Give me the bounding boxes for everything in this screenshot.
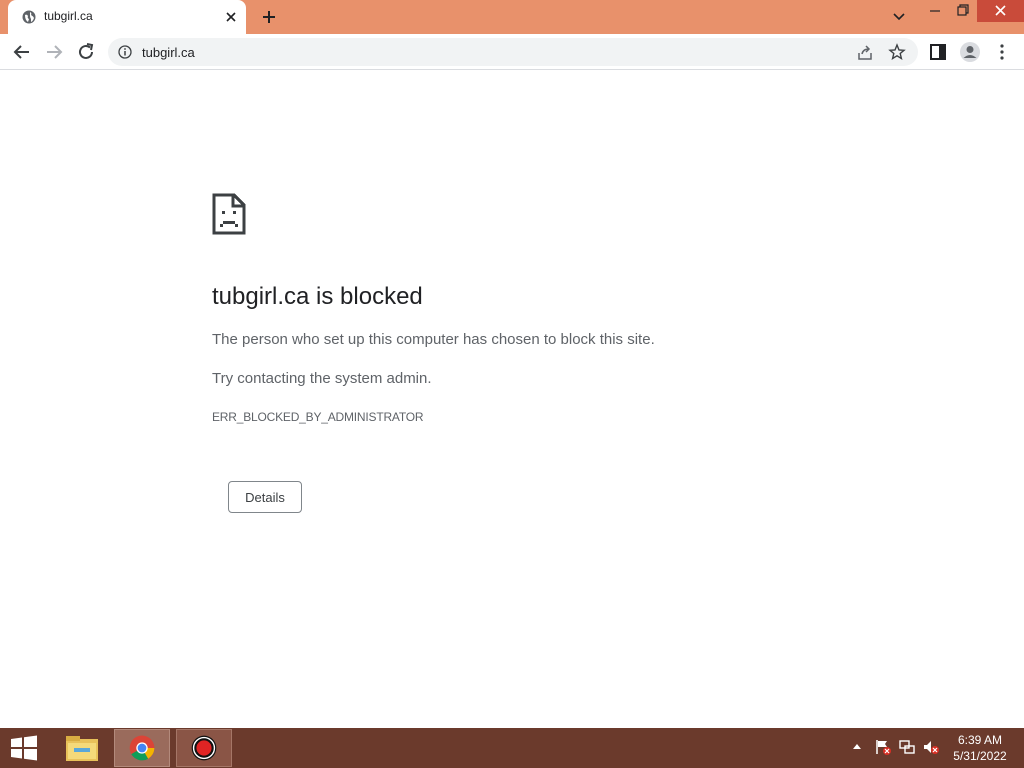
clock-time: 6:39 AM — [957, 733, 1003, 747]
minimize-button[interactable] — [920, 0, 950, 22]
volume-muted-icon[interactable] — [922, 738, 940, 756]
menu-kebab-icon[interactable] — [990, 40, 1014, 64]
share-icon[interactable] — [856, 44, 874, 62]
side-panel-icon[interactable] — [926, 40, 950, 64]
file-explorer-icon[interactable] — [54, 729, 110, 767]
error-hint: Try contacting the system admin. — [212, 370, 432, 387]
globe-icon — [22, 10, 36, 24]
chrome-icon[interactable] — [114, 729, 170, 767]
taskbar: 6:39 AM 5/31/2022 — [0, 728, 1024, 768]
profile-avatar-icon[interactable] — [958, 40, 982, 64]
show-hidden-icons-chevron-icon[interactable] — [848, 738, 866, 756]
forward-button[interactable] — [42, 40, 66, 64]
tab-title: tubgirl.ca — [44, 9, 93, 23]
chevron-down-icon[interactable] — [886, 6, 912, 28]
url-text[interactable]: tubgirl.ca — [142, 45, 195, 60]
info-icon[interactable] — [118, 45, 132, 59]
error-description: The person who set up this computer has … — [212, 331, 655, 348]
windows-start-icon[interactable] — [6, 734, 42, 762]
recorder-icon[interactable] — [176, 729, 232, 767]
new-tab-button[interactable] — [258, 8, 280, 26]
browser-titlebar: tubgirl.ca — [0, 0, 1024, 34]
bookmark-star-icon[interactable] — [888, 43, 906, 61]
close-icon[interactable] — [224, 10, 238, 24]
address-bar[interactable]: tubgirl.ca — [108, 38, 918, 66]
restore-button[interactable] — [950, 0, 976, 22]
system-clock[interactable]: 6:39 AM 5/31/2022 — [944, 732, 1016, 764]
close-window-button[interactable] — [977, 0, 1024, 22]
back-button[interactable] — [10, 40, 34, 64]
details-button[interactable]: Details — [228, 481, 302, 513]
browser-toolbar: tubgirl.ca — [0, 34, 1024, 70]
clock-date: 5/31/2022 — [953, 749, 1007, 763]
error-code: ERR_BLOCKED_BY_ADMINISTRATOR — [212, 410, 424, 424]
sad-document-icon — [212, 193, 246, 235]
page-title: tubgirl.ca is blocked — [212, 283, 423, 310]
page-content: tubgirl.ca is blocked The person who set… — [0, 71, 1024, 728]
reload-button[interactable] — [74, 40, 98, 64]
browser-tab[interactable]: tubgirl.ca — [8, 0, 246, 34]
action-center-flag-icon[interactable] — [874, 738, 892, 756]
network-icon[interactable] — [898, 738, 916, 756]
